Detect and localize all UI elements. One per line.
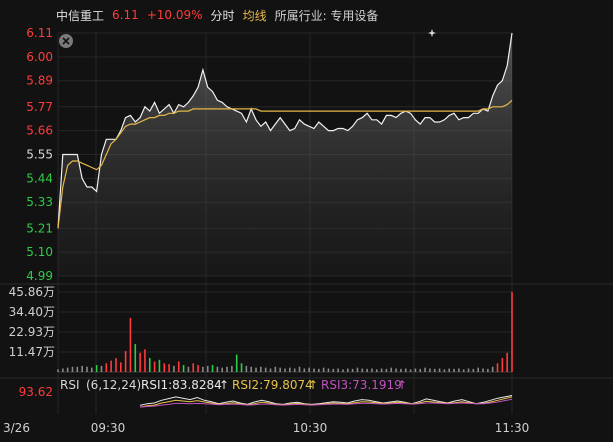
volume-tick-label: 11.47万 — [9, 345, 55, 359]
price-tick-label: 6.11 — [26, 26, 53, 40]
price-tick-label: 5.55 — [26, 148, 53, 162]
price-tick-label: 5.33 — [26, 195, 53, 209]
price-tick-label: 5.21 — [26, 221, 53, 235]
rsi3-legend: RSI3:73.1919 — [321, 378, 402, 392]
close-icon[interactable] — [59, 34, 73, 48]
time-tick-label: 3/26 — [3, 421, 30, 435]
price-area-fill — [58, 33, 512, 276]
rsi-params: (6,12,24) — [86, 378, 141, 392]
price-tick-label: 5.44 — [26, 171, 53, 185]
price-tick-label: 5.66 — [26, 124, 53, 138]
price-tick-label: 4.99 — [26, 269, 53, 283]
price-tick-label: 5.89 — [26, 74, 53, 88]
rsi-chart — [139, 395, 513, 408]
price-tick-label: 5.10 — [26, 245, 53, 259]
time-tick-label: 09:30 — [91, 421, 126, 435]
rsi2-legend: RSI2:79.8074 — [232, 378, 313, 392]
chart-canvas[interactable]: 6.11 6.00 5.89 5.77 5.66 5.55 5.44 5.33 5.21 5.10… — [0, 0, 613, 442]
rsi2-arrow: ↑ — [308, 378, 318, 392]
volume-tick-label: 34.40万 — [9, 305, 55, 319]
rsi-tick-label: 93.62 — [19, 385, 53, 399]
volume-tick-label: 22.93万 — [9, 325, 55, 339]
rsi1-arrow: ↑ — [219, 378, 229, 392]
rsi-name[interactable]: RSI — [60, 378, 80, 392]
volume-tick-label: 45.86万 — [9, 285, 55, 299]
star-marker-icon — [428, 29, 436, 37]
price-tick-label: 5.77 — [26, 100, 53, 114]
rsi3-arrow: ↑ — [397, 378, 407, 392]
price-tick-label: 6.00 — [26, 50, 53, 64]
time-tick-label: 10:30 — [293, 421, 328, 435]
time-tick-label: 11:30 — [495, 421, 530, 435]
price-chart — [57, 32, 513, 276]
rsi1-legend: RSI1:83.8284 — [141, 378, 222, 392]
